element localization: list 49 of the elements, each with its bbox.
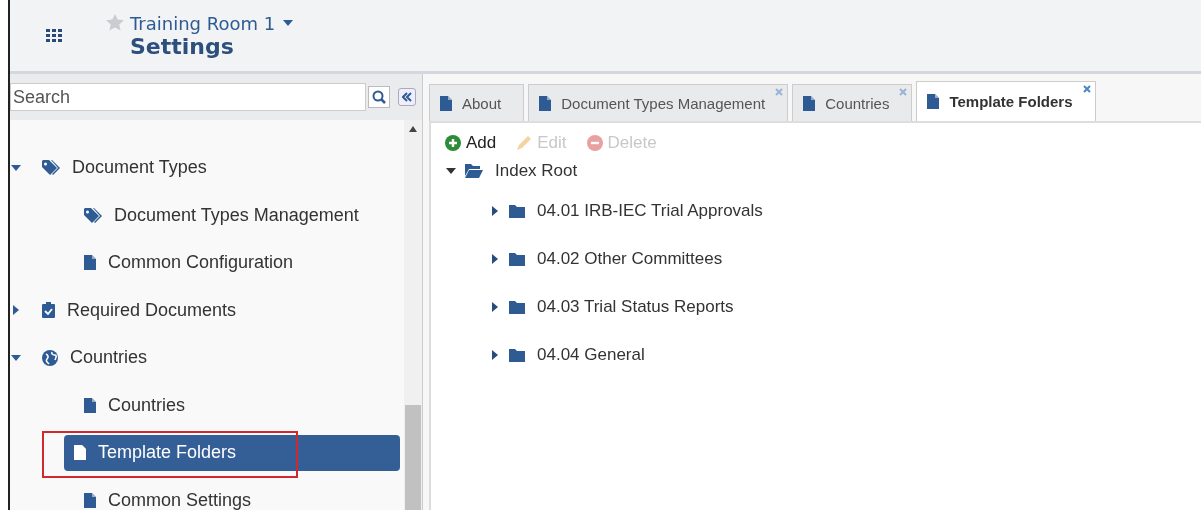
folder-icon <box>509 348 525 362</box>
minus-circle-icon <box>586 135 603 151</box>
document-icon <box>803 95 816 111</box>
close-icon[interactable] <box>1082 85 1091 93</box>
app-grid-icon[interactable] <box>46 29 62 42</box>
scrollbar-thumb[interactable] <box>405 405 421 510</box>
scroll-up-icon[interactable] <box>409 126 417 132</box>
document-icon <box>84 255 96 271</box>
tree-item[interactable]: Countries <box>32 339 158 376</box>
document-icon <box>84 397 96 413</box>
tree-item[interactable]: Common Configuration <box>74 244 304 281</box>
folder-label[interactable]: 04.02 Other Committees <box>537 249 723 269</box>
document-icon <box>74 445 86 461</box>
tab[interactable]: Template Folders <box>916 81 1096 121</box>
tab[interactable]: About <box>429 84 525 121</box>
folder-label[interactable]: 04.01 IRB-IEC Trial Approvals <box>537 201 763 221</box>
scrollbar[interactable] <box>404 120 422 510</box>
page-title: Settings <box>130 33 235 59</box>
collapse-icon[interactable] <box>398 88 416 106</box>
tag-icon <box>84 207 102 223</box>
tree-item[interactable]: Common Settings <box>74 482 262 510</box>
folder-label[interactable]: Index Root <box>495 161 578 181</box>
tree-item[interactable]: Required Documents <box>32 292 247 329</box>
folder-icon <box>509 252 525 266</box>
tree-item[interactable]: Document Types <box>32 149 217 186</box>
globe-icon <box>42 349 58 366</box>
folder-icon <box>509 300 525 314</box>
document-icon <box>539 95 552 111</box>
tree-item[interactable]: Document Types Management <box>74 197 369 234</box>
folder-icon <box>509 204 525 218</box>
tree-item[interactable]: Countries <box>74 387 196 424</box>
plus-circle-icon <box>445 135 461 151</box>
open-folder-icon <box>465 164 483 178</box>
search-field[interactable]: Search <box>10 83 366 111</box>
tab[interactable]: Document Types Management <box>528 84 789 121</box>
search-icon[interactable] <box>368 86 390 108</box>
workspace-name[interactable]: Training Room 1 <box>130 12 276 34</box>
folder-label[interactable]: 04.04 General <box>537 345 645 365</box>
tag-icon <box>42 160 60 176</box>
star-icon[interactable] <box>106 14 124 31</box>
clipboard-icon <box>42 302 55 319</box>
tab[interactable]: Countries <box>792 84 913 121</box>
pencil-icon <box>516 135 533 151</box>
document-icon <box>440 95 452 111</box>
tree-item[interactable]: Template Folders <box>64 434 400 471</box>
caret-down-icon[interactable] <box>283 20 294 26</box>
document-icon <box>927 94 940 109</box>
folder-label[interactable]: 04.03 Trial Status Reports <box>537 297 734 317</box>
toolbar-button[interactable]: Add <box>445 133 497 153</box>
